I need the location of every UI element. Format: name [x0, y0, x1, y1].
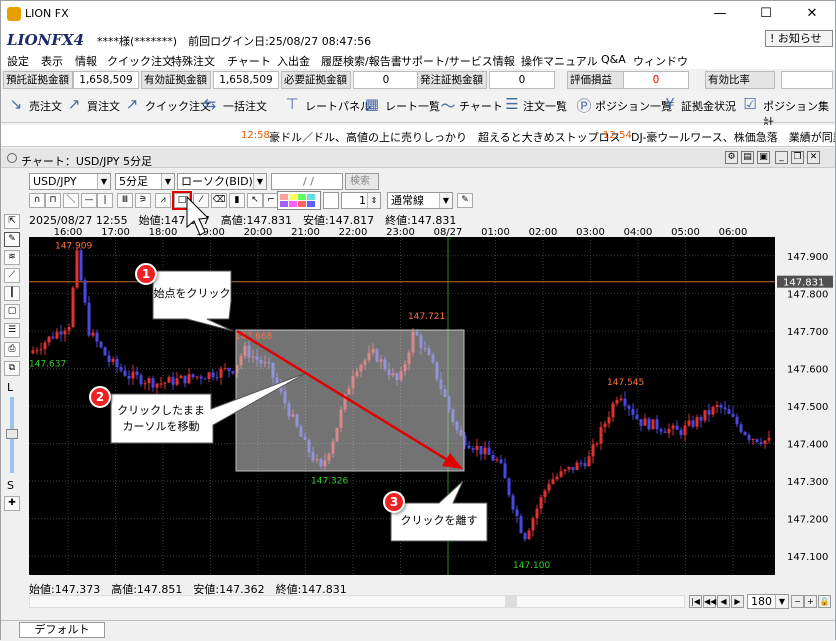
step-badge-1: 1	[135, 263, 157, 285]
callout-3-text: クリックを離す	[400, 514, 478, 527]
drag-arrow-head	[442, 453, 463, 469]
callout-2-text: クリックしたまま カーソルを移動	[117, 404, 205, 433]
drag-arrow-line	[236, 329, 460, 469]
mouse-cursor-icon	[186, 195, 210, 236]
step-badge-3: 3	[383, 491, 405, 513]
step-badge-2: 2	[89, 386, 111, 408]
app-window: LION FX — ☐ ✕ LIONFX4 ****様(*******) 前回ロ…	[0, 0, 836, 640]
tutorial-overlay	[110, 195, 488, 542]
callout-1-text: 始点をクリック	[153, 287, 231, 300]
